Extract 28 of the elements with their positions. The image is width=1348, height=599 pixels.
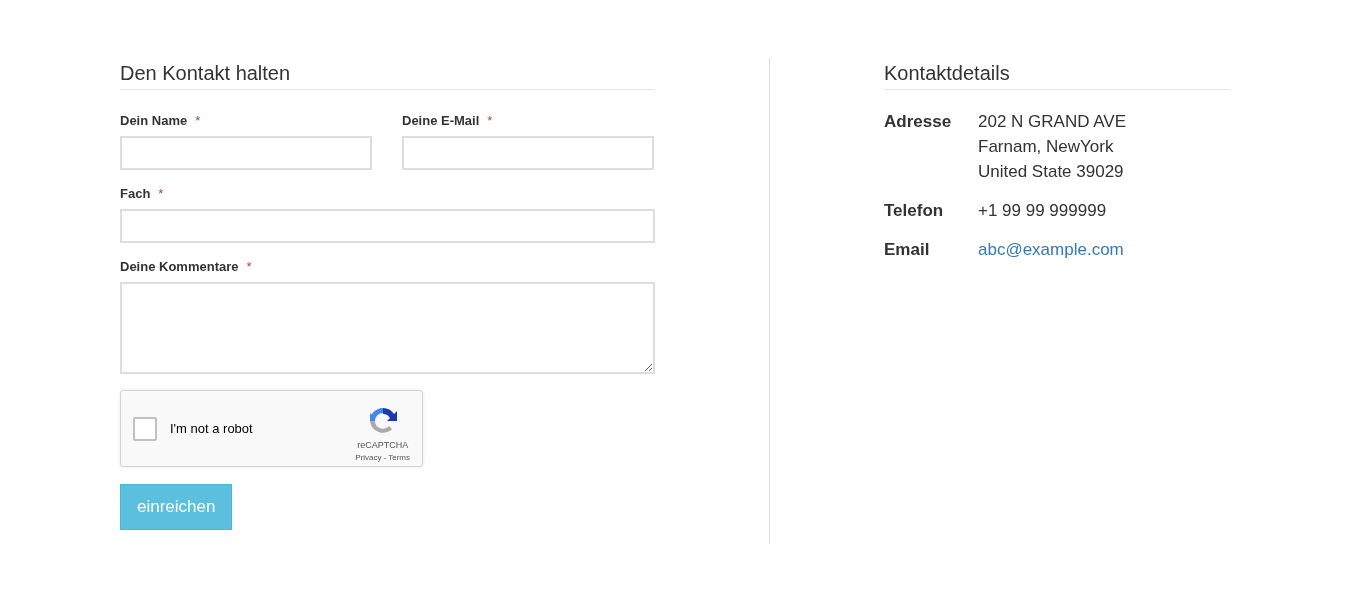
terms-link[interactable]: Terms <box>388 453 410 462</box>
section-title: Kontaktdetails <box>884 62 1230 90</box>
captcha-checkbox[interactable] <box>133 416 157 441</box>
required-mark: * <box>487 113 493 128</box>
section-title: Den Kontakt halten <box>120 62 655 90</box>
required-mark: * <box>246 259 252 274</box>
link-separator: - <box>383 453 387 462</box>
required-mark: * <box>158 186 164 201</box>
input-field[interactable] <box>120 209 655 243</box>
detail-value: 202 N GRAND AVE <box>978 111 1127 133</box>
field-label: Fach <box>120 186 151 201</box>
comment-field[interactable] <box>120 282 655 374</box>
input-field[interactable] <box>120 136 372 170</box>
field-label: Deine Kommentare <box>120 259 239 274</box>
captcha-brand: reCAPTCHA <box>357 440 409 450</box>
detail-label: Adresse <box>884 112 953 133</box>
field-label: Deine E-Mail <box>402 113 480 128</box>
detail-label: Telefon <box>884 201 945 222</box>
required-mark: * <box>195 113 201 128</box>
detail-value: Farnam, NewYork <box>978 136 1115 158</box>
field-label: Dein Name <box>120 113 188 128</box>
detail-label: Email <box>884 240 931 261</box>
detail-value: United State 39029 <box>978 161 1125 183</box>
email-link[interactable]: abc@example.com <box>978 237 1124 262</box>
detail-value: +1 99 99 999999 <box>978 200 1107 222</box>
input-field[interactable] <box>402 136 654 170</box>
captcha-label: I'm not a robot <box>170 421 254 436</box>
privacy-link[interactable]: Privacy <box>355 453 382 462</box>
